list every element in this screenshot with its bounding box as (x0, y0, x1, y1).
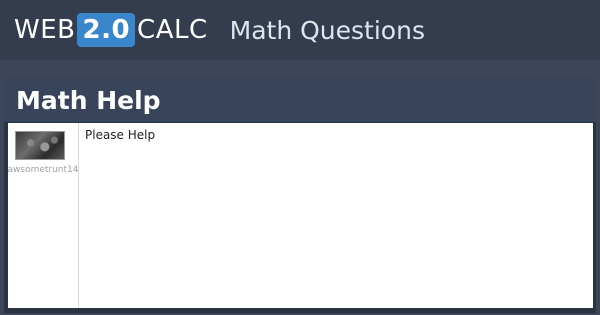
question-panel: Math Help awsometrunt14 Please Help (4, 78, 596, 313)
panel-header: Math Help (4, 78, 596, 122)
math-questions-link[interactable]: Math Questions (230, 16, 425, 45)
logo-web: WEB (14, 15, 76, 45)
question-text: Please Help (85, 128, 156, 142)
user-column: awsometrunt14 (8, 123, 79, 308)
page-title: Math Help (16, 85, 161, 115)
logo-version-badge: 2.0 (77, 13, 136, 47)
avatar[interactable] (15, 131, 65, 160)
site-logo[interactable]: WEB 2.0 CALC (14, 13, 208, 47)
site-header: WEB 2.0 CALC Math Questions (0, 0, 600, 60)
question-body: awsometrunt14 Please Help (8, 123, 593, 308)
logo-calc: CALC (137, 15, 208, 45)
username[interactable]: awsometrunt14 (2, 165, 84, 175)
